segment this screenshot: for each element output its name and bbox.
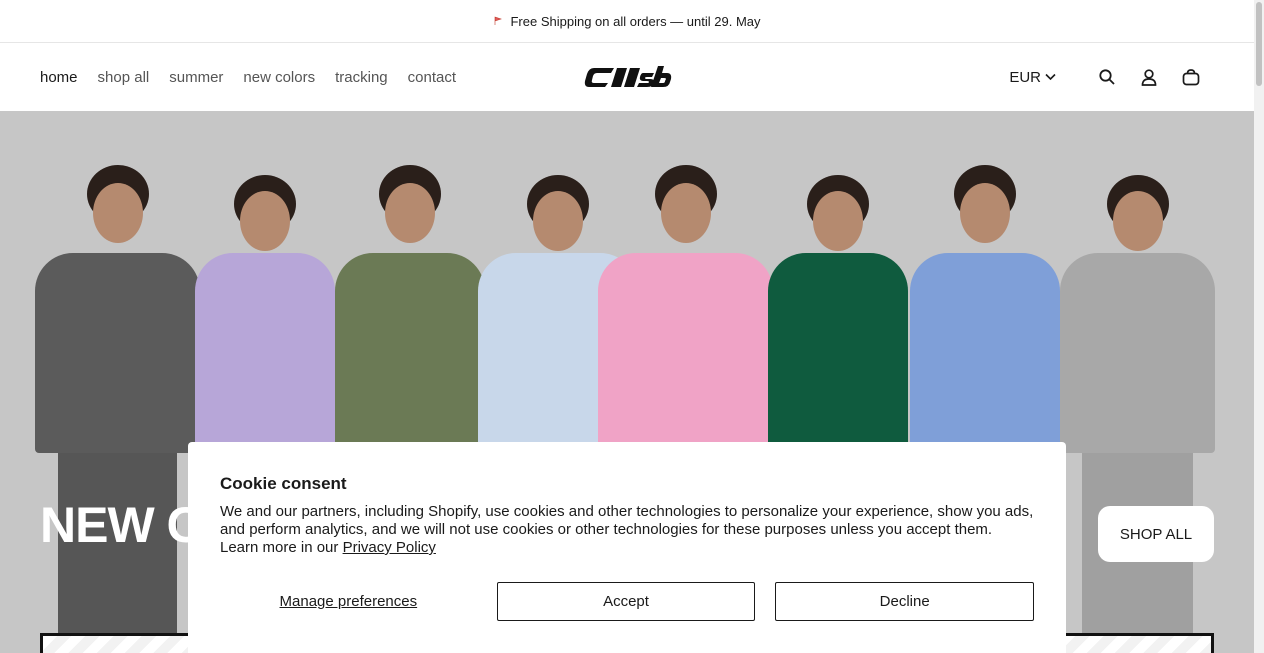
- model-head: [385, 183, 435, 243]
- hero-model: [35, 153, 200, 653]
- model-hoodie: [35, 253, 200, 453]
- model-head: [660, 183, 711, 243]
- model-hoodie: [598, 253, 773, 453]
- model-hoodie: [195, 253, 335, 453]
- announcement-text: Free Shipping on all orders — until 29. …: [510, 13, 761, 29]
- nav-item-new-colors[interactable]: new colors: [243, 69, 315, 86]
- scroll-thumb[interactable]: [1256, 2, 1262, 86]
- header-tools: EUR: [1009, 43, 1202, 111]
- main-nav: home shop all summer new colors tracking…: [40, 43, 456, 111]
- nav-item-tracking[interactable]: tracking: [335, 69, 388, 86]
- search-icon: [1099, 69, 1115, 85]
- accept-button[interactable]: Accept: [496, 582, 756, 621]
- account-icon: [1141, 68, 1157, 86]
- model-head: [960, 183, 1010, 243]
- nav-item-summer[interactable]: summer: [169, 69, 223, 86]
- announcement-bar: Free Shipping on all orders — until 29. …: [0, 0, 1254, 43]
- flag-icon: [495, 16, 503, 25]
- nav-item-contact[interactable]: contact: [408, 69, 456, 86]
- cart-button[interactable]: [1180, 66, 1202, 88]
- shop-all-button[interactable]: SHOP ALL: [1098, 506, 1214, 562]
- model-head: [92, 183, 143, 243]
- hero-title: NEW C: [40, 497, 203, 553]
- account-button[interactable]: [1138, 66, 1160, 88]
- manage-preferences-button[interactable]: Manage preferences: [220, 582, 477, 621]
- chevron-down-icon: [1045, 73, 1056, 81]
- model-head: [240, 191, 290, 251]
- model-head: [813, 191, 863, 251]
- brand-logo[interactable]: [584, 65, 672, 89]
- model-hoodie: [335, 253, 485, 453]
- site-header: home shop all summer new colors tracking…: [0, 43, 1254, 111]
- model-hoodie: [768, 253, 908, 453]
- privacy-policy-link[interactable]: Privacy Policy: [343, 539, 436, 556]
- cookie-title: Cookie consent: [220, 474, 347, 493]
- cart-icon: [1182, 68, 1200, 85]
- cookie-actions: Manage preferences Accept Decline: [220, 582, 1035, 621]
- currency-selector[interactable]: EUR: [1009, 69, 1056, 86]
- decline-button[interactable]: Decline: [775, 582, 1035, 621]
- cookie-text: We and our partners, including Shopify, …: [220, 503, 1034, 557]
- page-scrollbar[interactable]: [1254, 0, 1264, 653]
- currency-label: EUR: [1009, 68, 1041, 86]
- nav-item-shop-all[interactable]: shop all: [98, 69, 150, 86]
- nav-item-home[interactable]: home: [40, 69, 78, 86]
- model-head: [1112, 191, 1163, 251]
- model-hoodie: [910, 253, 1060, 453]
- search-button[interactable]: [1096, 66, 1118, 88]
- model-hoodie: [1060, 253, 1215, 453]
- hero-model: [1060, 153, 1215, 653]
- cookie-consent-dialog: Cookie consent We and our partners, incl…: [188, 442, 1066, 653]
- model-head: [533, 191, 583, 251]
